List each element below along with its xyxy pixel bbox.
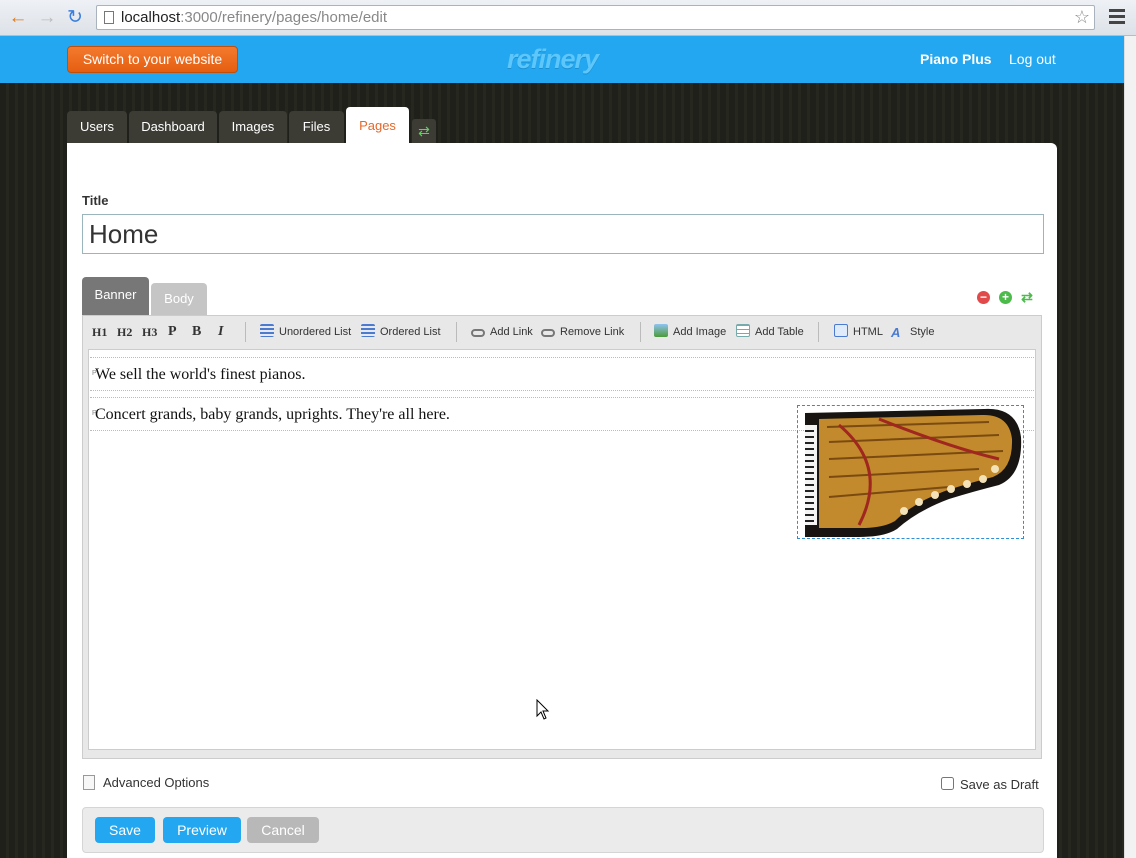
part-tab-banner[interactable]: Banner (82, 277, 149, 315)
content-paragraph[interactable]: P We sell the world's finest pianos. (90, 357, 1034, 391)
tab-files[interactable]: Files (289, 111, 344, 143)
save-button[interactable]: Save (95, 817, 155, 843)
paragraph-marker: P (92, 410, 97, 417)
add-part-icon[interactable]: + (999, 291, 1012, 304)
h3-button[interactable]: H3 (142, 320, 157, 344)
back-icon[interactable]: ← (7, 7, 29, 29)
save-as-draft: Save as Draft (941, 777, 1039, 792)
style-button[interactable]: A Style (891, 320, 934, 344)
html-icon (834, 324, 848, 337)
site-name: Piano Plus (920, 51, 992, 67)
unordered-list-icon (260, 324, 274, 337)
forward-icon[interactable]: → (36, 7, 58, 29)
remove-part-icon[interactable]: − (977, 291, 990, 304)
reorder-tabs-icon[interactable]: ⇄ (412, 119, 436, 143)
toolbar-separator (818, 322, 819, 342)
save-as-draft-checkbox[interactable] (941, 777, 954, 790)
refinery-logo: refinery (507, 44, 599, 74)
italic-button[interactable]: I (218, 320, 223, 344)
add-table-button[interactable]: Add Table (736, 320, 804, 344)
address-bar[interactable]: localhost:3000/refinery/pages/home/edit … (96, 5, 1095, 30)
browser-toolbar: ← → ↻ localhost:3000/refinery/pages/home… (0, 0, 1136, 36)
switch-to-website-button[interactable]: Switch to your website (67, 46, 238, 73)
tab-dashboard[interactable]: Dashboard (129, 111, 217, 143)
admin-bar: Switch to your website refinery Piano Pl… (0, 36, 1136, 83)
remove-link-icon (541, 329, 555, 337)
grand-piano-icon (805, 408, 1022, 537)
url-path: :3000/refinery/pages/home/edit (180, 9, 388, 26)
add-link-icon (471, 329, 485, 337)
paragraph-text: We sell the world's finest pianos. (95, 366, 306, 383)
tab-images[interactable]: Images (219, 111, 287, 143)
paragraph-text: Concert grands, baby grands, uprights. T… (95, 406, 450, 423)
browser-menu-icon[interactable] (1109, 9, 1125, 27)
paragraph-marker: P (92, 370, 97, 377)
title-input[interactable] (82, 214, 1044, 254)
page-icon (104, 11, 114, 24)
part-tab-body[interactable]: Body (151, 283, 207, 315)
add-image-icon (654, 324, 668, 337)
add-link-button[interactable]: Add Link (471, 320, 533, 344)
unordered-list-button[interactable]: Unordered List (260, 320, 351, 344)
piano-image[interactable] (797, 405, 1024, 539)
paragraph-button[interactable]: P (168, 320, 177, 344)
tab-users[interactable]: Users (67, 111, 127, 143)
mouse-cursor-icon (536, 699, 550, 720)
title-label: Title (82, 193, 109, 208)
tab-pages[interactable]: Pages (346, 107, 409, 144)
h2-button[interactable]: H2 (117, 320, 132, 344)
advanced-options-link[interactable]: Advanced Options (83, 775, 209, 790)
reorder-parts-icon[interactable]: ⇄ (1019, 290, 1035, 304)
h1-button[interactable]: H1 (92, 320, 107, 344)
ordered-list-button[interactable]: Ordered List (361, 320, 441, 344)
logout-link[interactable]: Log out (1009, 51, 1056, 67)
advanced-options-icon (83, 775, 95, 790)
cancel-button[interactable]: Cancel (247, 817, 319, 843)
ordered-list-icon (361, 324, 375, 337)
style-icon: A (891, 325, 901, 340)
html-button[interactable]: HTML (834, 320, 883, 344)
url-host: localhost (121, 9, 181, 26)
toolbar-separator (640, 322, 641, 342)
preview-button[interactable]: Preview (163, 817, 241, 843)
bookmark-star-icon[interactable]: ☆ (1074, 6, 1090, 29)
page-scrollbar[interactable] (1124, 36, 1136, 858)
add-image-button[interactable]: Add Image (654, 320, 726, 344)
add-table-icon (736, 324, 750, 337)
toolbar-separator (456, 322, 457, 342)
toolbar-separator (245, 322, 246, 342)
bold-button[interactable]: B (192, 320, 201, 344)
remove-link-button[interactable]: Remove Link (541, 320, 624, 344)
reload-icon[interactable]: ↻ (64, 7, 86, 29)
editor-toolbar: H1 H2 H3 P B I Unordered List Ordered Li… (88, 320, 1036, 344)
